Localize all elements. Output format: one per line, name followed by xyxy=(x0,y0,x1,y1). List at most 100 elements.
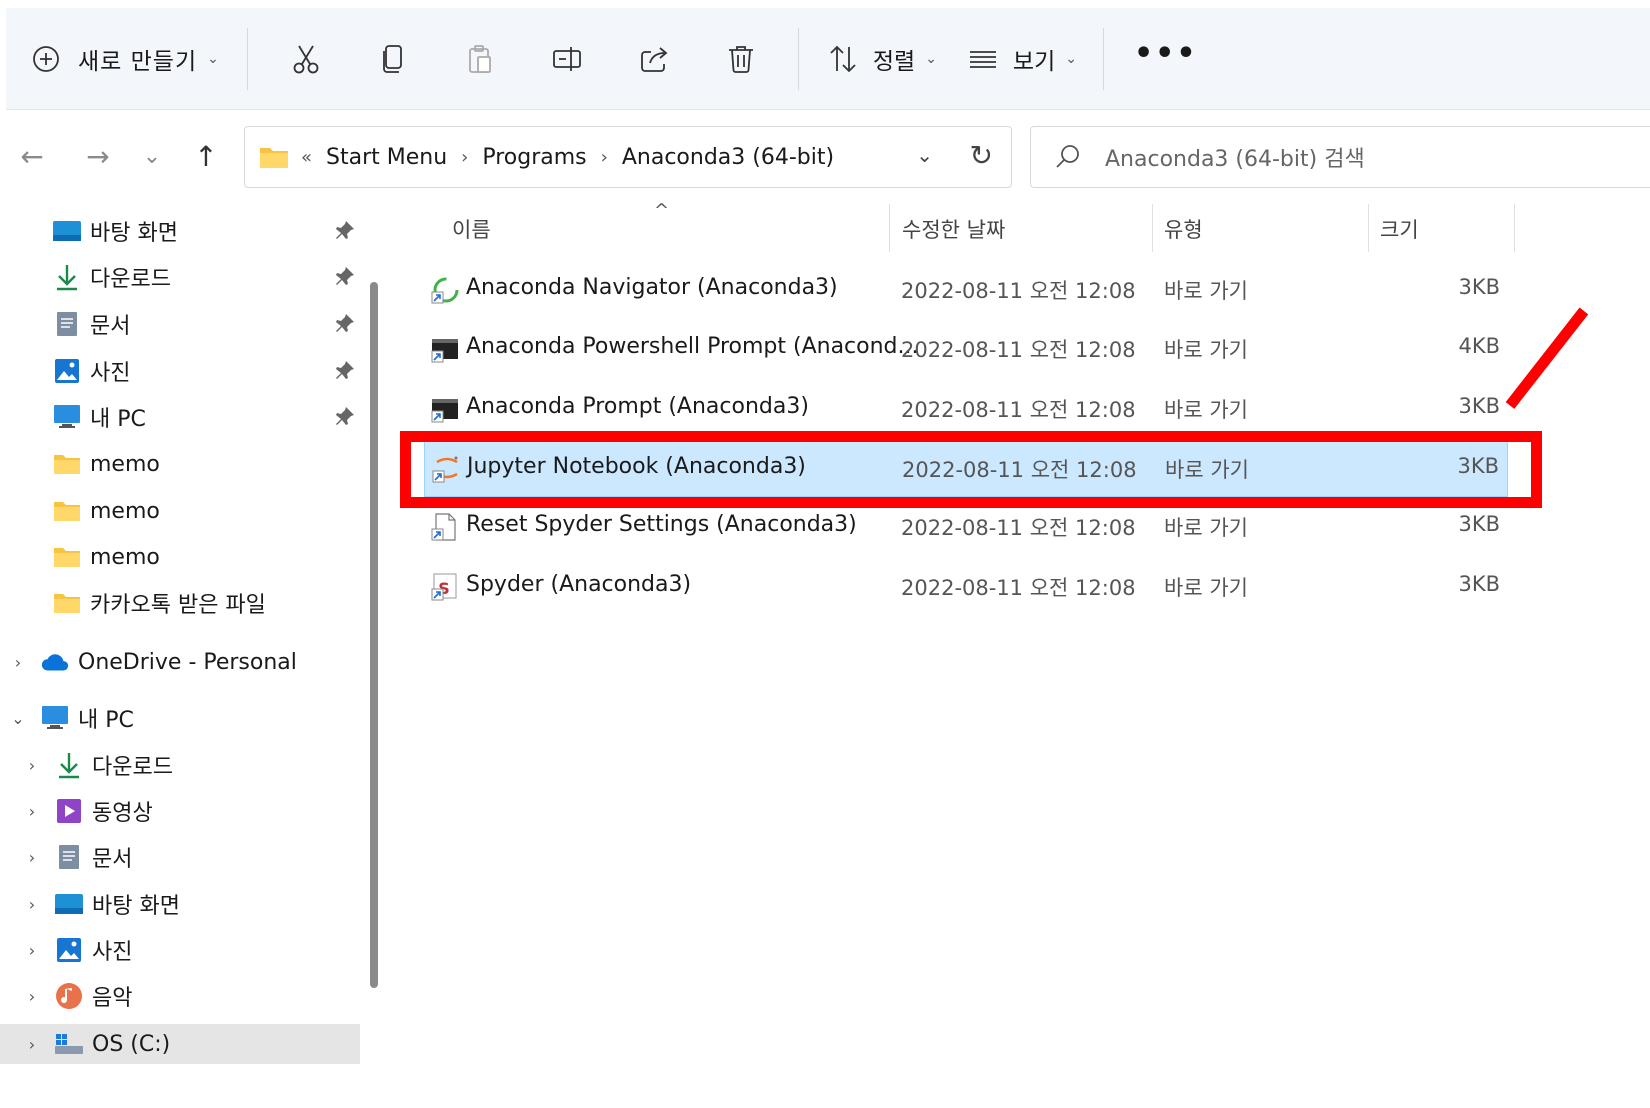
refresh-icon[interactable]: ↻ xyxy=(970,139,993,172)
download-icon xyxy=(54,751,84,779)
toolbar-divider xyxy=(246,27,248,90)
address-dropdown-chevron-icon[interactable]: ⌄ xyxy=(916,143,933,167)
chevron-right-icon[interactable]: › xyxy=(22,848,42,867)
back-button[interactable]: ← xyxy=(10,134,54,178)
chevron-right-icon[interactable]: › xyxy=(22,756,42,775)
chevron-right-icon[interactable]: › xyxy=(22,1035,42,1054)
toolbar-divider xyxy=(1102,27,1104,90)
column-divider[interactable] xyxy=(1368,204,1369,252)
file-date: 2022-08-11 오전 12:08 xyxy=(901,338,1136,362)
search-box[interactable]: Anaconda3 (64-bit) 검색 xyxy=(1030,126,1650,188)
chevron-down-icon[interactable]: ⌄ xyxy=(8,709,28,728)
column-divider[interactable] xyxy=(1152,204,1153,252)
plus-circle-icon xyxy=(33,45,59,72)
file-date: 2022-08-11 오전 12:08 xyxy=(901,398,1136,422)
sidebar-item-desktop[interactable]: 바탕 화면 xyxy=(0,209,360,253)
chevron-down-icon: ⌄ xyxy=(925,50,937,67)
sidebar-item-this-pc-root[interactable]: ⌄ 내 PC xyxy=(0,696,360,740)
more-options-button[interactable]: ••• xyxy=(1134,36,1198,71)
sort-ascending-icon: ^ xyxy=(654,200,670,221)
file-name: Anaconda Navigator (Anaconda3) xyxy=(466,275,838,300)
delete-button[interactable] xyxy=(711,29,771,89)
file-row[interactable]: Anaconda Powershell Prompt (Anacond... 2… xyxy=(424,320,1508,378)
sidebar-item-onedrive[interactable]: › OneDrive - Personal xyxy=(0,640,360,684)
view-button[interactable]: 보기 ⌄ xyxy=(967,42,1077,76)
new-button[interactable]: 새로 만들기 ⌄ xyxy=(32,29,219,89)
sidebar-item-label: 바탕 화면 xyxy=(90,221,178,246)
sidebar-item-pc-pictures[interactable]: › 사진 xyxy=(0,928,360,972)
spyder-icon: S xyxy=(431,573,457,601)
recent-locations-button[interactable]: ⌄ xyxy=(130,134,174,178)
sort-button[interactable]: 정렬 ⌄ xyxy=(827,42,937,76)
chevron-right-icon[interactable]: › xyxy=(22,987,42,1006)
sidebar-item-label: 문서 xyxy=(92,847,133,872)
chevron-right-icon[interactable]: › xyxy=(22,895,42,914)
file-size: 3KB xyxy=(1458,572,1500,596)
pin-icon[interactable] xyxy=(334,405,356,427)
column-header-date[interactable]: 수정한 날짜 xyxy=(902,214,1005,244)
sidebar-item-pc-music[interactable]: › 음악 xyxy=(0,974,360,1018)
breadcrumb-start-menu[interactable]: Start Menu xyxy=(326,145,447,170)
file-row[interactable]: Anaconda Prompt (Anaconda3) 2022-08-11 오… xyxy=(424,380,1508,438)
up-button[interactable]: ↑ xyxy=(184,134,228,178)
sidebar-item-kakaotalk-files[interactable]: 카카오톡 받은 파일 xyxy=(0,581,360,625)
pin-icon[interactable] xyxy=(334,312,356,334)
sidebar-item-documents[interactable]: 문서 xyxy=(0,302,360,346)
sidebar-item-pc-desktop[interactable]: › 바탕 화면 xyxy=(0,882,360,926)
column-header-name[interactable]: 이름 xyxy=(452,214,491,244)
file-name: Anaconda Prompt (Anaconda3) xyxy=(466,394,809,419)
sidebar-item-label: 바탕 화면 xyxy=(92,894,180,919)
sidebar-item-pc-documents[interactable]: › 문서 xyxy=(0,835,360,879)
chevron-right-icon[interactable]: › xyxy=(22,802,42,821)
file-name: Spyder (Anaconda3) xyxy=(466,572,692,597)
column-header-type[interactable]: 유형 xyxy=(1164,214,1203,244)
command-bar: 새로 만들기 ⌄ 정렬 ⌄ 보기 ⌄ ••• xyxy=(6,8,1650,110)
sidebar-item-pc-downloads[interactable]: › 다운로드 xyxy=(0,743,360,787)
file-size: 3KB xyxy=(1458,275,1500,299)
sidebar-item-pc-videos[interactable]: › 동영상 xyxy=(0,789,360,833)
navigation-pane: 바탕 화면 다운로드 문서 사진 내 PC memo memo memo 카카오… xyxy=(0,205,362,1108)
column-header-size[interactable]: 크기 xyxy=(1380,214,1419,244)
navigation-row: ← → ⌄ ↑ « Start Menu › Programs › Anacon… xyxy=(0,120,1650,196)
column-divider[interactable] xyxy=(1514,204,1515,252)
copy-button[interactable] xyxy=(363,29,423,89)
share-button[interactable] xyxy=(624,29,684,89)
desktop-icon xyxy=(52,217,82,245)
paste-button[interactable] xyxy=(450,29,510,89)
sidebar-item-memo[interactable]: memo xyxy=(0,442,360,486)
rename-button[interactable] xyxy=(537,29,597,89)
chevron-right-icon[interactable]: › xyxy=(8,653,28,672)
sidebar-item-label: memo xyxy=(90,544,160,570)
file-row[interactable]: Anaconda Navigator (Anaconda3) 2022-08-1… xyxy=(424,261,1508,319)
forward-button[interactable]: → xyxy=(76,134,120,178)
sidebar-item-os-drive[interactable]: › OS (C:) xyxy=(0,1024,360,1064)
breadcrumb-overflow[interactable]: « xyxy=(301,147,312,168)
breadcrumb-separator[interactable]: › xyxy=(461,147,468,168)
drive-icon xyxy=(54,1030,84,1058)
pin-icon[interactable] xyxy=(334,265,356,287)
sidebar-scrollbar[interactable] xyxy=(370,282,378,988)
column-divider[interactable] xyxy=(889,204,890,252)
sidebar-item-memo[interactable]: memo xyxy=(0,535,360,579)
chevron-right-icon[interactable]: › xyxy=(22,941,42,960)
pin-icon[interactable] xyxy=(334,219,356,241)
sidebar-item-label: 음악 xyxy=(92,986,133,1011)
breadcrumb-anaconda3[interactable]: Anaconda3 (64-bit) xyxy=(622,145,834,170)
breadcrumb-programs[interactable]: Programs xyxy=(482,145,586,170)
cut-button[interactable] xyxy=(276,29,336,89)
breadcrumb-separator[interactable]: › xyxy=(601,147,608,168)
chevron-down-icon: ⌄ xyxy=(1065,50,1077,67)
document-icon xyxy=(52,310,82,338)
copy-icon xyxy=(382,44,402,73)
sidebar-item-pictures[interactable]: 사진 xyxy=(0,349,360,393)
address-bar[interactable]: « Start Menu › Programs › Anaconda3 (64-… xyxy=(244,126,1012,188)
view-label: 보기 xyxy=(1012,48,1056,75)
file-date: 2022-08-11 오전 12:08 xyxy=(901,279,1136,303)
file-row[interactable]: S Spyder (Anaconda3) 2022-08-11 오전 12:08… xyxy=(424,558,1508,616)
sidebar-item-downloads[interactable]: 다운로드 xyxy=(0,255,360,299)
sidebar-item-memo[interactable]: memo xyxy=(0,489,360,533)
pin-icon[interactable] xyxy=(334,359,356,381)
sidebar-item-this-pc[interactable]: 내 PC xyxy=(0,395,360,439)
sort-icon xyxy=(830,45,856,72)
folder-icon xyxy=(52,589,82,617)
